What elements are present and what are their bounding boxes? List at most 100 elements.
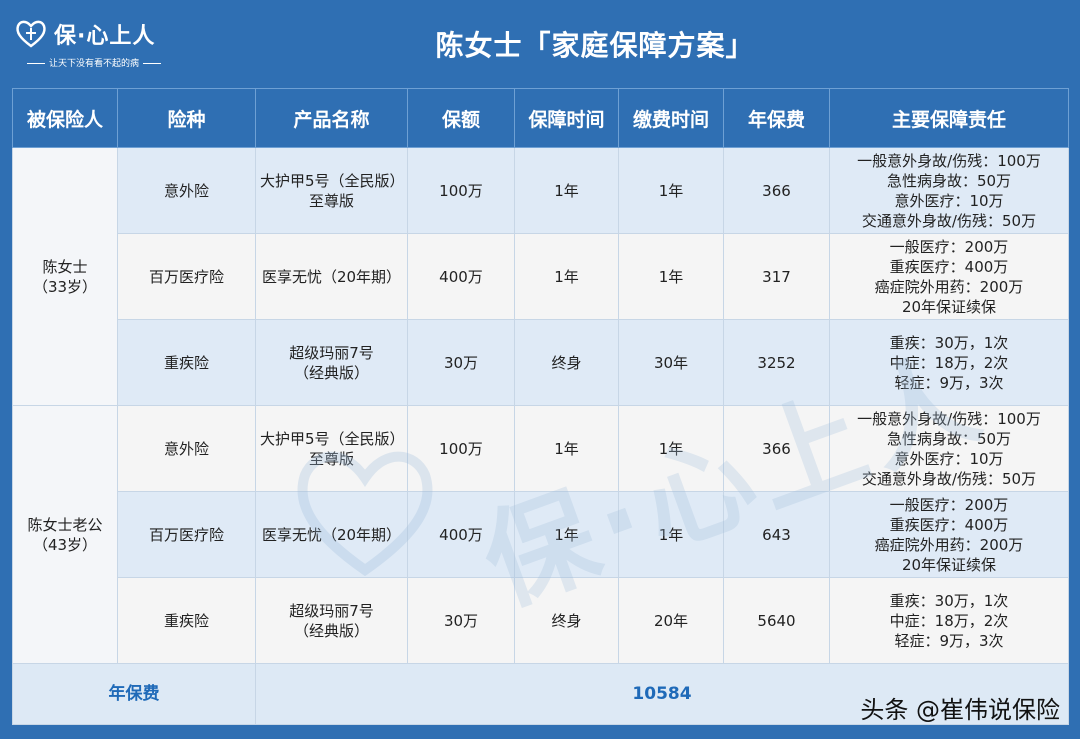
duty-line: 意外医疗：10万 [894, 449, 1004, 468]
duty-line: 交通意外身故/伤残：50万 [861, 211, 1037, 230]
product-cell: 大护甲5号（全民版） 至尊版 [255, 147, 408, 234]
amount-cell: 400万 [407, 233, 515, 320]
term-cell: 终身 [514, 319, 619, 406]
premium-cell: 3252 [723, 319, 830, 406]
product-line: 超级玛丽7号 [289, 343, 374, 362]
table-row: 陈女士 （33岁） 意外险 大护甲5号（全民版） 至尊版 100万 1年 1年 3… [12, 147, 1069, 406]
duty-cell: 一般医疗：200万 重疾医疗：400万 癌症院外用药：200万 20年保证续保 [829, 491, 1069, 578]
product-cell: 医享无忧（20年期） [255, 233, 408, 320]
duty-line: 意外医疗：10万 [894, 191, 1004, 210]
col-header: 险种 [117, 88, 256, 148]
insurance-plan-table: 被保险人 险种 产品名称 保额 保障时间 缴费时间 年保费 主要保障责任 陈女士… [12, 88, 1069, 725]
insured-cell: 陈女士 （33岁） [12, 147, 118, 406]
duty-line: 轻症：9万，3次 [894, 631, 1004, 650]
type-cell: 重疾险 [117, 577, 256, 664]
duty-line: 一般医疗：200万 [889, 237, 1009, 256]
duty-line: 重疾医疗：400万 [889, 257, 1009, 276]
duty-line: 中症：18万，2次 [889, 611, 1009, 630]
product-line: 至尊版 [308, 191, 354, 210]
page-title: 陈女士「家庭保障方案」 [435, 29, 755, 62]
header: 保·心上人 让天下没有看不起的病 陈女士「家庭保障方案」 [0, 0, 1080, 88]
type-cell: 百万医疗险 [117, 233, 256, 320]
duty-line: 重疾：30万，1次 [889, 333, 1009, 352]
duty-line: 一般意外身故/伤残：100万 [857, 151, 1041, 170]
source-credit: 头条 @崔伟说保险 [860, 696, 1060, 724]
duty-line: 轻症：9万，3次 [894, 373, 1004, 392]
duty-cell: 一般意外身故/伤残：100万 急性病身故：50万 意外医疗：10万 交通意外身故/伤残… [829, 405, 1069, 492]
duty-line: 一般医疗：200万 [889, 495, 1009, 514]
product-line: （经典版） [293, 621, 369, 640]
insured-age: （33岁） [32, 277, 98, 296]
product-cell: 医享无忧（20年期） [255, 491, 408, 578]
product-line: 大护甲5号（全民版） [260, 429, 405, 448]
premium-cell: 366 [723, 405, 830, 492]
duty-line: 急性病身故：50万 [886, 171, 1012, 190]
product-line: 超级玛丽7号 [289, 601, 374, 620]
type-cell: 意外险 [117, 147, 256, 234]
product-cell: 超级玛丽7号 （经典版） [255, 319, 408, 406]
premium-cell: 366 [723, 147, 830, 234]
duty-line: 癌症院外用药：200万 [874, 277, 1024, 296]
amount-cell: 400万 [407, 491, 515, 578]
table-row: 陈女士老公 （43岁） 意外险 大护甲5号（全民版） 至尊版 100万 1年 1年… [12, 405, 1069, 664]
col-header: 年保费 [723, 88, 830, 148]
product-line: （经典版） [293, 363, 369, 382]
term-cell: 1年 [514, 147, 619, 234]
duty-line: 重疾医疗：400万 [889, 515, 1009, 534]
duty-cell: 一般医疗：200万 重疾医疗：400万 癌症院外用药：200万 20年保证续保 [829, 233, 1069, 320]
amount-cell: 30万 [407, 319, 515, 406]
insured-cell: 陈女士老公 （43岁） [12, 405, 118, 664]
col-header: 产品名称 [255, 88, 408, 148]
duty-line: 急性病身故：50万 [886, 429, 1012, 448]
col-header: 保额 [407, 88, 515, 148]
duty-line: 一般意外身故/伤残：100万 [857, 409, 1041, 428]
duty-line: 中症：18万，2次 [889, 353, 1009, 372]
table-row: 百万医疗险 医享无忧（20年期） 400万 1年 1年 317 一般医疗：200… [13, 233, 1069, 320]
premium-cell: 317 [723, 233, 830, 320]
amount-cell: 100万 [407, 147, 515, 234]
pay-cell: 1年 [618, 405, 724, 492]
duty-cell: 重疾：30万，1次 中症：18万，2次 轻症：9万，3次 [829, 577, 1069, 664]
product-cell: 超级玛丽7号 （经典版） [255, 577, 408, 664]
table-row: 重疾险 超级玛丽7号 （经典版） 30万 终身 30年 3252 重疾：30万，1… [13, 319, 1069, 406]
duty-cell: 一般意外身故/伤残：100万 急性病身故：50万 意外医疗：10万 交通意外身故/伤残… [829, 147, 1069, 234]
product-cell: 大护甲5号（全民版） 至尊版 [255, 405, 408, 492]
col-header: 保障时间 [514, 88, 619, 148]
type-cell: 重疾险 [117, 319, 256, 406]
type-cell: 意外险 [117, 405, 256, 492]
term-cell: 终身 [514, 577, 619, 664]
insured-name: 陈女士 [42, 257, 88, 276]
table-header-row: 被保险人 险种 产品名称 保额 保障时间 缴费时间 年保费 主要保障责任 [12, 88, 1069, 148]
duty-line: 重疾：30万，1次 [889, 591, 1009, 610]
pay-cell: 1年 [618, 491, 724, 578]
premium-cell: 5640 [723, 577, 830, 664]
col-header: 被保险人 [12, 88, 118, 148]
duty-line: 20年保证续保 [901, 555, 997, 574]
amount-cell: 30万 [407, 577, 515, 664]
product-line: 医享无忧（20年期） [261, 267, 402, 286]
duty-line: 癌症院外用药：200万 [874, 535, 1024, 554]
term-cell: 1年 [514, 233, 619, 320]
type-cell: 百万医疗险 [117, 491, 256, 578]
pay-cell: 1年 [618, 147, 724, 234]
pay-cell: 30年 [618, 319, 724, 406]
duty-cell: 重疾：30万，1次 中症：18万，2次 轻症：9万，3次 [829, 319, 1069, 406]
total-label: 年保费 [12, 663, 256, 725]
product-line: 至尊版 [308, 449, 354, 468]
table-row: 重疾险 超级玛丽7号 （经典版） 30万 终身 20年 5640 重疾：30万，1… [13, 577, 1069, 664]
pay-cell: 20年 [618, 577, 724, 664]
premium-cell: 643 [723, 491, 830, 578]
amount-cell: 100万 [407, 405, 515, 492]
product-line: 医享无忧（20年期） [261, 525, 402, 544]
col-header: 主要保障责任 [829, 88, 1069, 148]
table-row: 百万医疗险 医享无忧（20年期） 400万 1年 1年 643 一般医疗：200… [13, 491, 1069, 578]
col-header: 缴费时间 [618, 88, 724, 148]
term-cell: 1年 [514, 405, 619, 492]
pay-cell: 1年 [618, 233, 724, 320]
insured-name: 陈女士老公 [27, 515, 103, 534]
duty-line: 交通意外身故/伤残：50万 [861, 469, 1037, 488]
product-line: 大护甲5号（全民版） [260, 171, 405, 190]
term-cell: 1年 [514, 491, 619, 578]
insured-age: （43岁） [32, 535, 98, 554]
duty-line: 20年保证续保 [901, 297, 997, 316]
